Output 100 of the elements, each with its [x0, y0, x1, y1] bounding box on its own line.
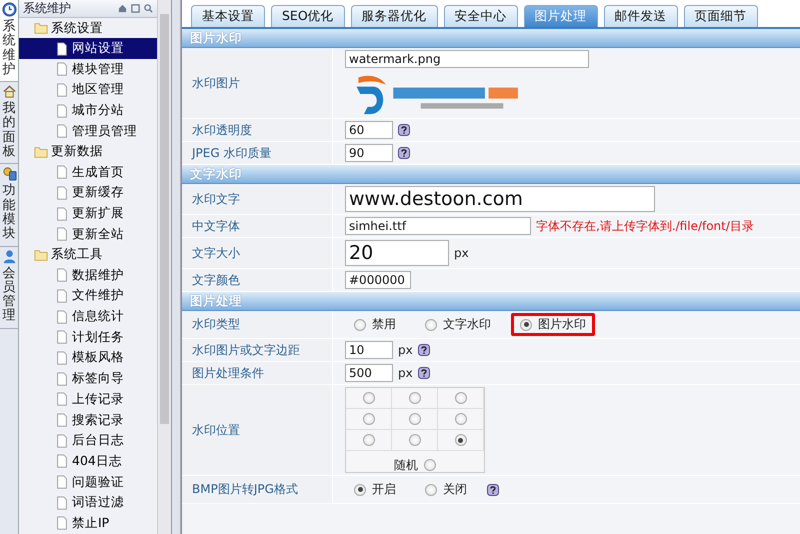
splitter[interactable]: [171, 0, 181, 534]
tree-item[interactable]: 词语过滤: [19, 492, 157, 514]
tree-item[interactable]: 模块管理: [19, 58, 157, 80]
radio-button[interactable]: [454, 434, 466, 446]
tree-folder[interactable]: 系统工具: [19, 244, 157, 265]
help-icon[interactable]: [487, 484, 499, 496]
folder-icon: [34, 21, 48, 36]
help-icon[interactable]: [418, 367, 430, 379]
tree-item[interactable]: 计划任务: [19, 326, 157, 348]
unit-text: px: [454, 246, 469, 260]
side-tab[interactable]: 我的面板: [0, 82, 18, 164]
tree-item[interactable]: 后台日志: [19, 430, 157, 452]
page-icon: [55, 413, 69, 428]
tree-item[interactable]: 地区管理: [19, 80, 157, 100]
tree-item[interactable]: 更新缓存: [19, 182, 157, 204]
tree-item[interactable]: 更新全站: [19, 224, 157, 245]
page-icon: [55, 42, 69, 56]
radio-button[interactable]: [454, 392, 466, 404]
scrollbar[interactable]: [157, 0, 171, 534]
text-field[interactable]: 500: [345, 364, 393, 382]
page-icon: [55, 288, 69, 303]
tab[interactable]: 服务器优化: [350, 5, 438, 27]
option-label: 文字水印: [443, 316, 491, 333]
radio-button[interactable]: [408, 392, 420, 404]
page-icon: [55, 268, 69, 282]
page-icon: [55, 475, 69, 490]
help-icon[interactable]: [418, 344, 430, 356]
option-label: 禁用: [372, 316, 396, 333]
tree-item[interactable]: 404日志: [19, 451, 157, 472]
radio-button[interactable]: [362, 434, 374, 446]
text-field[interactable]: #000000: [345, 271, 411, 289]
folder-icon: [34, 144, 48, 159]
tree-item[interactable]: 更新扩展: [19, 203, 157, 224]
radio-button[interactable]: [424, 459, 436, 471]
window-icon[interactable]: [131, 4, 140, 13]
search-icon[interactable]: [144, 4, 153, 13]
radio-button[interactable]: [362, 392, 374, 404]
tree-item[interactable]: 城市分站: [19, 100, 157, 121]
tree-item[interactable]: 搜索记录: [19, 410, 157, 430]
clock-icon: [2, 2, 16, 17]
text-field[interactable]: 20: [345, 240, 449, 266]
tree-item[interactable]: 网站设置: [19, 38, 157, 59]
page-icon: [55, 206, 69, 221]
page-icon: [55, 310, 69, 324]
text-field[interactable]: watermark.png: [345, 50, 589, 68]
radio-button[interactable]: [454, 413, 466, 425]
side-tab[interactable]: 系统维护: [0, 0, 18, 82]
tree-folder[interactable]: 系统设置: [19, 18, 157, 38]
radio-button[interactable]: [408, 434, 420, 446]
tree-item[interactable]: 生成首页: [19, 162, 157, 183]
folder-icon: [34, 248, 48, 262]
tree-folder[interactable]: 更新数据: [19, 142, 157, 162]
page-icon: [55, 165, 69, 180]
help-icon[interactable]: [398, 124, 410, 136]
tree-item[interactable]: 标签向导: [19, 368, 157, 390]
tab[interactable]: 页面细节: [684, 5, 758, 27]
tree-item[interactable]: 模板风格: [19, 348, 157, 368]
page-icon: [55, 186, 69, 200]
side-tab[interactable]: 会员管理: [0, 246, 18, 329]
text-field[interactable]: simhei.ttf: [345, 217, 531, 235]
tree-item[interactable]: 上传记录: [19, 389, 157, 410]
tab[interactable]: 安全中心: [444, 5, 518, 27]
radio-button[interactable]: [354, 318, 366, 330]
gear-icon: [2, 166, 16, 182]
page-icon: [55, 454, 69, 468]
radio-button[interactable]: [408, 413, 420, 425]
help-icon[interactable]: [398, 147, 410, 159]
page-icon: [55, 330, 69, 344]
radio-button[interactable]: [425, 484, 437, 496]
page-icon: [55, 392, 69, 406]
page-icon: [55, 104, 69, 118]
text-field[interactable]: 90: [345, 144, 393, 162]
section-header: 图片水印: [182, 29, 800, 48]
page-icon: [55, 227, 69, 242]
unit-text: px: [398, 343, 413, 357]
error-message: 字体不存在,请上传字体到./file/font/目录: [536, 218, 754, 234]
radio-button[interactable]: [520, 318, 532, 330]
radio-button[interactable]: [425, 318, 437, 330]
radio-button[interactable]: [354, 484, 366, 496]
tab[interactable]: 邮件发送: [604, 5, 678, 27]
text-field[interactable]: 10: [345, 341, 393, 359]
page-icon: [55, 496, 69, 510]
tree-item[interactable]: 管理员管理: [19, 120, 157, 142]
home-icon[interactable]: [118, 4, 127, 13]
option-label: 关闭: [443, 481, 467, 498]
home-icon: [2, 84, 16, 100]
page-icon: [55, 372, 69, 386]
page-icon: [55, 62, 69, 76]
tree-item[interactable]: 文件维护: [19, 286, 157, 306]
radio-button[interactable]: [362, 413, 374, 425]
text-field[interactable]: 60: [345, 121, 393, 139]
tree-item[interactable]: 数据维护: [19, 264, 157, 286]
side-tab[interactable]: 功能模块: [0, 164, 18, 247]
tab[interactable]: 基本设置: [191, 5, 265, 27]
sidebar-title: 系统维护: [23, 0, 72, 17]
tree-item[interactable]: 信息统计: [19, 306, 157, 327]
tab[interactable]: SEO优化: [271, 5, 345, 27]
tree-item[interactable]: 问题验证: [19, 472, 157, 492]
tree-item[interactable]: 禁止IP: [19, 513, 157, 534]
text-field[interactable]: www.destoon.com: [345, 186, 655, 212]
